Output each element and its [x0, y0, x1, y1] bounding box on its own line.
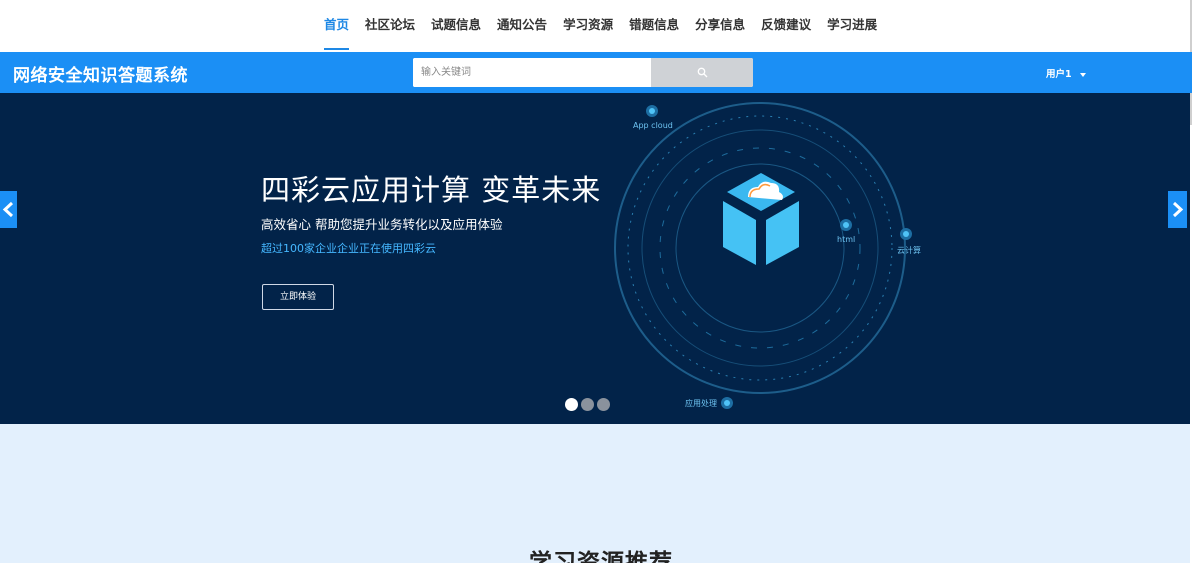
nav-item-wrong-answers[interactable]: 错题信息: [621, 0, 687, 52]
site-title[interactable]: 网络安全知识答题系统: [13, 61, 188, 86]
try-now-button[interactable]: 立即体验: [262, 284, 334, 310]
banner-title: 四彩云应用计算 变革未来: [261, 173, 602, 207]
search-button[interactable]: [651, 58, 753, 87]
chevron-right-icon: [1172, 201, 1184, 218]
nav-item-forum[interactable]: 社区论坛: [357, 0, 423, 52]
header-bar: 网络安全知识答题系统 用户1: [0, 52, 1192, 93]
carousel-dot-1[interactable]: [565, 398, 578, 411]
graphic-label-cloud-compute: 云计算: [897, 246, 921, 255]
nav-item-questions[interactable]: 试题信息: [423, 0, 489, 52]
nav-menu: 首页 社区论坛 试题信息 通知公告 学习资源 错题信息 分享信息 反馈建议 学习…: [316, 0, 885, 52]
nav-item-feedback[interactable]: 反馈建议: [753, 0, 819, 52]
nav-item-resources[interactable]: 学习资源: [555, 0, 621, 52]
top-nav: 首页 社区论坛 试题信息 通知公告 学习资源 错题信息 分享信息 反馈建议 学习…: [0, 0, 1190, 52]
search-icon: [697, 67, 708, 78]
search-input[interactable]: [413, 58, 651, 87]
nav-item-notices[interactable]: 通知公告: [489, 0, 555, 52]
carousel-next-button[interactable]: [1168, 191, 1187, 228]
carousel-indicators: [565, 398, 613, 411]
resources-section: 学习资源推荐: [0, 424, 1190, 563]
cloud-network-graphic: [614, 102, 912, 409]
graphic-label-app-cloud: App cloud: [633, 121, 673, 130]
user-name: 用户1: [1046, 69, 1072, 80]
chevron-down-icon: [1079, 72, 1086, 77]
banner-highlight: 超过100家企业企业正在使用四彩云: [261, 242, 436, 255]
graphic-label-html: html: [837, 235, 856, 244]
graphic-label-app-processing: 应用处理: [685, 399, 717, 408]
banner-subtitle: 高效省心 帮助您提升业务转化以及应用体验: [261, 217, 503, 232]
carousel-dot-2[interactable]: [581, 398, 594, 411]
search-box: [413, 58, 753, 87]
nav-item-home[interactable]: 首页: [316, 0, 357, 52]
nav-item-progress[interactable]: 学习进展: [819, 0, 885, 52]
user-menu[interactable]: 用户1: [1046, 66, 1086, 80]
section-title: 学习资源推荐: [529, 550, 673, 563]
chevron-left-icon: [2, 201, 14, 218]
nav-item-shares[interactable]: 分享信息: [687, 0, 753, 52]
carousel-prev-button[interactable]: [0, 191, 17, 228]
carousel-dot-3[interactable]: [597, 398, 610, 411]
hero-carousel: 四彩云应用计算 变革未来 高效省心 帮助您提升业务转化以及应用体验 超过100家…: [0, 93, 1190, 424]
